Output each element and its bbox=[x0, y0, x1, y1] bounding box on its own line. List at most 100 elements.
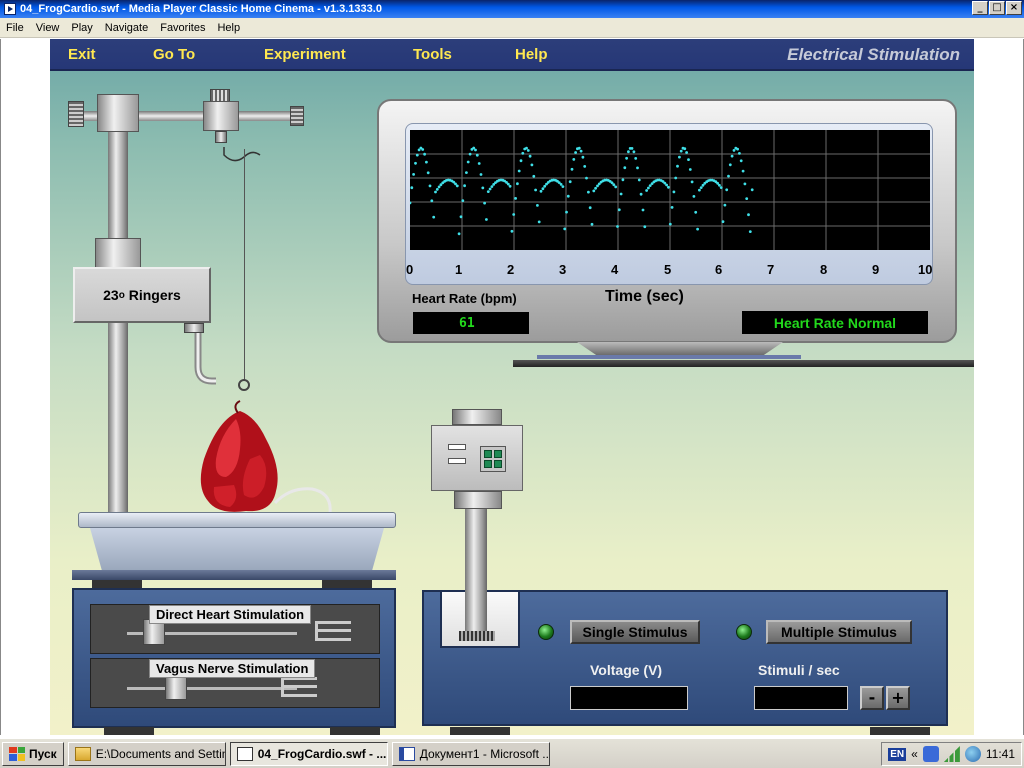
ecg-sample bbox=[483, 201, 486, 205]
ecg-sample bbox=[543, 184, 547, 188]
menu-favorites[interactable]: Favorites bbox=[154, 22, 211, 34]
taskbar-item-explorer[interactable]: E:\Documents and Settin... bbox=[67, 741, 226, 766]
ecg-sample bbox=[698, 188, 701, 192]
ecg-sample bbox=[696, 227, 699, 231]
ecg-sample bbox=[583, 165, 587, 168]
stimulator-slot bbox=[448, 458, 466, 464]
clock: 11:41 bbox=[985, 747, 1015, 761]
vagus-nerve-stimulation-option[interactable]: Vagus Nerve Stimulation bbox=[90, 658, 380, 708]
increase-button[interactable]: + bbox=[886, 686, 910, 710]
maximize-button[interactable]: □ bbox=[989, 1, 1005, 15]
ecg-sample bbox=[676, 164, 679, 168]
ecg-sample bbox=[674, 176, 678, 180]
globe-icon[interactable] bbox=[964, 746, 981, 762]
ecg-sample bbox=[410, 186, 414, 190]
ecg-sample bbox=[736, 147, 739, 151]
ecg-sample bbox=[621, 178, 625, 182]
ecg-sample bbox=[738, 152, 741, 155]
ecg-sample bbox=[679, 149, 683, 153]
ecg-sample bbox=[425, 160, 428, 164]
tray-expand-chevron[interactable]: « bbox=[911, 747, 918, 761]
ecg-sample bbox=[459, 215, 463, 219]
ecg-sample bbox=[585, 176, 588, 180]
menu-view[interactable]: View bbox=[30, 22, 66, 34]
ecg-sample bbox=[430, 199, 434, 203]
ecg-sample bbox=[437, 185, 441, 189]
ecg-sample bbox=[745, 197, 749, 200]
ecg-sample bbox=[432, 215, 436, 219]
direct-heart-stimulation-option[interactable]: Direct Heart Stimulation bbox=[90, 604, 380, 654]
heart-rate-status: Heart Rate Normal bbox=[742, 311, 928, 334]
multiple-stimulus-led bbox=[736, 624, 752, 640]
ecg-sample bbox=[530, 163, 534, 167]
monitor-stand bbox=[537, 355, 801, 359]
minimize-button[interactable]: _ bbox=[972, 1, 988, 15]
app-menu-help[interactable]: Help bbox=[515, 46, 548, 63]
ecg-sample bbox=[723, 203, 727, 207]
ecg-sample bbox=[719, 186, 723, 189]
x-tick-7: 7 bbox=[767, 262, 775, 277]
heart-rate-readout: 61 bbox=[413, 312, 529, 334]
menu-file[interactable]: File bbox=[0, 22, 30, 34]
multiple-stimulus-button[interactable]: Multiple Stimulus bbox=[766, 620, 912, 644]
ecg-sample bbox=[423, 152, 426, 156]
ecg-sample bbox=[461, 199, 465, 202]
monitor-screen: 0 1 2 3 4 5 6 7 8 9 10 bbox=[405, 123, 933, 285]
taskbar: Пуск E:\Documents and Settin... 04_FrogC… bbox=[0, 738, 1024, 768]
ecg-sample bbox=[455, 184, 459, 188]
start-button[interactable]: Пуск bbox=[2, 741, 64, 766]
ecg-sample bbox=[468, 152, 472, 156]
menu-help[interactable]: Help bbox=[211, 22, 246, 34]
ecg-sample bbox=[466, 160, 470, 164]
ecg-sample bbox=[474, 148, 477, 152]
ecg-sample bbox=[678, 155, 681, 159]
taskbar-item-label: E:\Documents and Settin... bbox=[95, 746, 226, 761]
ecg-sample bbox=[415, 153, 419, 157]
probe-wire bbox=[127, 687, 297, 690]
ecg-sample bbox=[685, 151, 688, 154]
ecg-sample bbox=[561, 185, 565, 188]
panel-foot bbox=[870, 727, 930, 735]
stimuli-per-sec-display bbox=[754, 686, 848, 710]
monitor-shelf bbox=[513, 360, 974, 367]
ecg-sample bbox=[570, 167, 574, 171]
menu-play[interactable]: Play bbox=[65, 22, 98, 34]
time-axis-label: Time (sec) bbox=[605, 288, 684, 305]
close-button[interactable]: × bbox=[1006, 1, 1022, 15]
ecg-sample bbox=[623, 166, 627, 170]
ecg-sample bbox=[579, 149, 583, 153]
window-controls: _ □ × bbox=[972, 1, 1022, 15]
menu-navigate[interactable]: Navigate bbox=[99, 22, 154, 34]
network-signal-icon[interactable] bbox=[943, 746, 960, 762]
x-tick-8: 8 bbox=[820, 262, 828, 277]
ecg-sample bbox=[612, 183, 616, 187]
taskbar-item-player[interactable]: 04_FrogCardio.swf - ... bbox=[229, 741, 388, 766]
language-indicator[interactable]: EN bbox=[888, 747, 907, 761]
ecg-sample bbox=[508, 184, 512, 188]
x-tick-4: 4 bbox=[611, 262, 619, 277]
ecg-sample bbox=[475, 153, 479, 157]
window-titlebar[interactable]: 04_FrogCardio.swf - Media Player Classic… bbox=[0, 0, 1024, 18]
ecg-sample bbox=[627, 150, 630, 154]
ecg-sample bbox=[667, 185, 670, 189]
specimen-tray bbox=[90, 528, 384, 570]
ecg-sample bbox=[619, 192, 623, 196]
ecg-sample bbox=[748, 230, 752, 233]
x-tick-1: 1 bbox=[455, 262, 463, 277]
ecg-sample bbox=[590, 222, 594, 226]
ecg-sample bbox=[568, 180, 572, 184]
single-stimulus-led bbox=[538, 624, 554, 640]
decrease-button[interactable]: - bbox=[860, 686, 884, 710]
security-shield-icon[interactable] bbox=[922, 746, 939, 762]
stimulator-neck bbox=[454, 491, 502, 509]
ecg-sample bbox=[465, 171, 468, 174]
taskbar-item-word[interactable]: Документ1 - Microsoft ... bbox=[391, 741, 550, 766]
ecg-sample bbox=[488, 187, 492, 191]
taskbar-item-label: Документ1 - Microsoft ... bbox=[419, 746, 550, 761]
ecg-sample bbox=[639, 192, 643, 196]
single-stimulus-button[interactable]: Single Stimulus bbox=[570, 620, 700, 644]
x-tick-2: 2 bbox=[507, 262, 515, 277]
probe-tip bbox=[315, 621, 351, 641]
x-tick-9: 9 bbox=[872, 262, 880, 277]
stimulation-site-panel: Direct Heart Stimulation Vagus Nerve Sti… bbox=[72, 588, 396, 728]
